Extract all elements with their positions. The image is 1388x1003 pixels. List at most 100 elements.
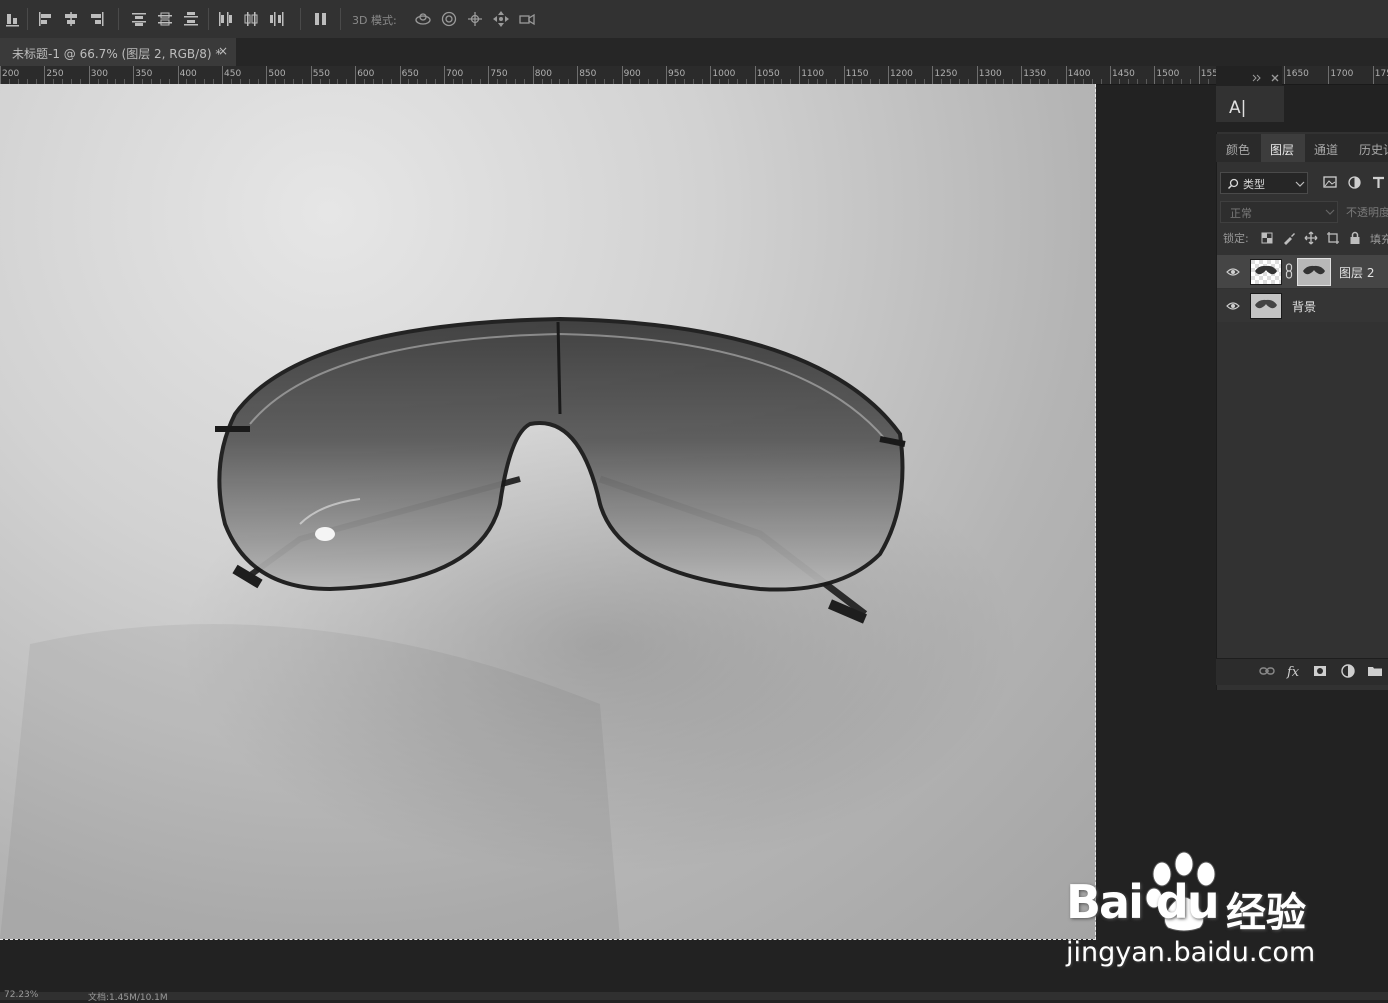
ruler-tick xyxy=(754,66,756,84)
character-panel-collapsed[interactable] xyxy=(1216,86,1284,122)
ruler-tick xyxy=(621,66,623,84)
3d-roll-icon[interactable] xyxy=(440,10,458,28)
toolbar-separator xyxy=(27,8,28,30)
lock-transparent-pixels-icon[interactable] xyxy=(1260,231,1274,245)
ruler-label: 550 xyxy=(312,69,330,79)
document-tab-title[interactable]: 未标题-1 @ 66.7% (图层 2, RGB/8) * xyxy=(12,45,221,62)
ruler-tick xyxy=(1198,66,1200,84)
ruler-label: 1350 xyxy=(1023,69,1047,79)
close-tab-icon[interactable]: × xyxy=(218,44,228,58)
distribute-left-edges-icon[interactable] xyxy=(216,10,234,28)
ruler-label: 750 xyxy=(490,69,508,79)
auto-align-layers-icon[interactable] xyxy=(312,10,330,28)
tab-color[interactable]: 颜色 xyxy=(1226,141,1250,158)
ruler-label: 300 xyxy=(90,69,108,79)
distribute-vertical-centers-icon[interactable] xyxy=(156,10,174,28)
sunglasses-mask-thumb-icon xyxy=(1303,265,1325,275)
layer-mask-thumbnail[interactable] xyxy=(1297,258,1331,286)
blend-mode-value: 正常 xyxy=(1230,207,1252,220)
filter-pixel-layers-icon[interactable] xyxy=(1323,176,1337,188)
distribute-bottom-edges-icon[interactable] xyxy=(182,10,200,28)
character-panel-icon[interactable]: A| xyxy=(1229,98,1246,118)
ruler-minor-tick xyxy=(1145,79,1147,84)
3d-pan-icon[interactable] xyxy=(466,10,484,28)
tab-history[interactable]: 历史记 xyxy=(1359,141,1388,158)
layer-style-fx-icon[interactable]: fx xyxy=(1286,663,1302,679)
add-layer-mask-icon[interactable] xyxy=(1312,663,1328,679)
ruler-minor-tick xyxy=(1101,79,1103,84)
ruler-tick xyxy=(88,66,90,84)
ruler-label: 1250 xyxy=(934,69,958,79)
ruler-label: 500 xyxy=(268,69,286,79)
tab-layers[interactable]: 图层 xyxy=(1270,141,1294,158)
distribute-top-edges-icon[interactable] xyxy=(130,10,148,28)
new-adjustment-layer-icon[interactable] xyxy=(1340,663,1356,679)
3d-orbit-icon[interactable] xyxy=(414,10,432,28)
layer-name[interactable]: 图层 2 xyxy=(1339,264,1374,281)
ruler-minor-tick xyxy=(1207,79,1209,84)
watermark-chinese: 经验 xyxy=(1226,890,1306,936)
lock-image-pixels-icon[interactable] xyxy=(1282,231,1296,245)
sunglasses-photo xyxy=(0,316,1020,939)
toolbar-separator xyxy=(340,8,341,30)
status-doc-info[interactable]: 文档:1.45M/10.1M xyxy=(88,990,168,1003)
watermark-url: jingyan.baidu.com xyxy=(1066,937,1316,968)
align-horizontal-centers-icon[interactable] xyxy=(62,10,80,28)
distribute-horizontal-centers-icon[interactable] xyxy=(242,10,260,28)
ruler-label: 1400 xyxy=(1067,69,1091,79)
layer-filter-label: 类型 xyxy=(1243,178,1265,191)
3d-slide-icon[interactable] xyxy=(492,10,510,28)
layer-mask-link-icon[interactable] xyxy=(1285,263,1293,279)
link-layers-icon[interactable] xyxy=(1259,663,1275,679)
ruler-tick xyxy=(888,66,889,84)
ruler-label: 800 xyxy=(534,69,552,79)
ruler-tick xyxy=(310,66,312,84)
horizontal-ruler[interactable]: 200 250 300 350 400 450 500 550 600 650 700 750 800 8… xyxy=(0,66,1216,85)
ruler-tick xyxy=(1065,66,1067,84)
ruler-label: 850 xyxy=(579,69,597,79)
lock-artboard-icon[interactable] xyxy=(1326,231,1340,245)
layer-thumbnail[interactable] xyxy=(1250,259,1282,285)
new-group-folder-icon[interactable] xyxy=(1367,663,1383,679)
horizontal-ruler-right[interactable]: 1650 1700 175 xyxy=(1282,66,1388,85)
options-bar: 3D 模式: xyxy=(0,0,1388,39)
toolbar-separator xyxy=(300,8,301,30)
ruler-tick xyxy=(577,66,579,84)
tab-channels[interactable]: 通道 xyxy=(1314,141,1338,158)
3d-camera-icon[interactable] xyxy=(518,10,536,28)
ruler-label: 1300 xyxy=(978,69,1002,79)
chevron-down-icon xyxy=(1325,209,1335,215)
ruler-tick xyxy=(133,66,135,84)
layer-thumbnail[interactable] xyxy=(1250,293,1282,319)
lock-position-icon[interactable] xyxy=(1304,231,1318,245)
ruler-label: 250 xyxy=(46,69,64,79)
collapse-panels-icon[interactable] xyxy=(1252,74,1262,82)
ruler-tick xyxy=(532,66,534,84)
ruler-tick xyxy=(0,66,1,84)
svg-text:fx: fx xyxy=(1286,665,1300,679)
status-zoom[interactable]: 72.23% xyxy=(4,990,38,1000)
ruler-tick xyxy=(399,66,401,84)
ruler-label: 350 xyxy=(135,69,153,79)
ruler-tick xyxy=(666,66,667,84)
align-bottom-edges-icon[interactable] xyxy=(4,10,22,28)
filter-adjustment-layers-icon[interactable] xyxy=(1348,176,1361,189)
visibility-eye-icon[interactable] xyxy=(1226,267,1240,277)
filter-type-layers-icon[interactable] xyxy=(1372,176,1385,189)
lock-all-icon[interactable] xyxy=(1348,231,1362,245)
ruler-tick xyxy=(355,66,357,84)
panel-dock-header xyxy=(1216,70,1284,86)
toolbar-separator xyxy=(118,8,119,30)
ruler-minor-tick xyxy=(1136,79,1138,84)
visibility-eye-icon[interactable] xyxy=(1226,301,1240,311)
watermark-logo-text: Bai du xyxy=(1066,875,1220,929)
distribute-right-edges-icon[interactable] xyxy=(268,10,286,28)
layer-name[interactable]: 背景 xyxy=(1292,298,1316,315)
sunglasses-thumb-icon xyxy=(1255,265,1277,275)
align-left-edges-icon[interactable] xyxy=(36,10,54,28)
canvas-image[interactable] xyxy=(0,84,1096,939)
close-panel-icon[interactable] xyxy=(1271,74,1279,82)
ruler-label: 1700 xyxy=(1330,69,1354,79)
align-right-edges-icon[interactable] xyxy=(88,10,106,28)
ruler-tick xyxy=(799,66,801,84)
